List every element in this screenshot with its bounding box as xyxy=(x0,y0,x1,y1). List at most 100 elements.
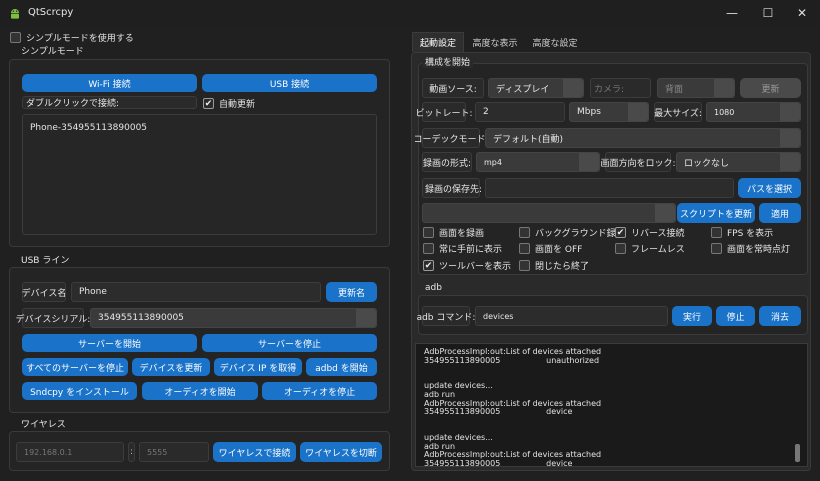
window-title: QtScrcpy xyxy=(28,7,74,18)
option-always-on-top[interactable]: 常に手前に表示 xyxy=(423,242,502,255)
camera-refresh-button[interactable]: 更新 xyxy=(740,78,801,98)
option-label: フレームレス xyxy=(631,245,685,255)
adb-execute-button[interactable]: 実行 xyxy=(672,306,712,326)
bitrate-unit-value: Mbps xyxy=(577,107,601,117)
start-config-group-title: 構成を開始 xyxy=(422,55,474,68)
lock-orientation-select[interactable]: ロックなし xyxy=(676,152,801,172)
option-stay-awake[interactable]: 画面を常時点灯 xyxy=(711,242,790,255)
lock-orientation-label: 画面方向をロック: xyxy=(600,152,676,172)
record-format-select[interactable]: mp4 xyxy=(476,152,600,172)
show-fps-checkbox[interactable] xyxy=(711,227,722,238)
exit-on-close-checkbox[interactable] xyxy=(519,260,530,271)
device-list-item[interactable]: Phone-354955113890005 xyxy=(30,123,147,133)
android-icon xyxy=(11,9,19,19)
chevron-down-icon xyxy=(714,79,734,97)
rename-button[interactable]: 更新名 xyxy=(326,282,377,302)
update-device-button[interactable]: デバイスを更新 xyxy=(132,358,210,376)
device-serial-select[interactable]: 354955113890005 xyxy=(90,308,377,328)
wireless-disconnect-button[interactable]: ワイヤレスを切断 xyxy=(300,442,382,462)
video-source-select[interactable]: ディスプレイ xyxy=(488,78,584,98)
camera-position-select[interactable]: 背面 xyxy=(657,78,735,98)
chevron-down-icon xyxy=(780,153,800,171)
install-sndcpy-button[interactable]: Sndcpy をインストール xyxy=(22,382,137,400)
device-serial-label: デバイスシリアル: xyxy=(16,308,90,328)
tab-advanced-settings[interactable]: 高度な設定 xyxy=(526,32,584,52)
adb-command-input[interactable]: devices xyxy=(475,306,668,326)
log-output[interactable]: AdbProcessImpl:out:List of devices attac… xyxy=(415,343,808,467)
option-label: 常に手前に表示 xyxy=(439,245,503,255)
stay-awake-checkbox[interactable] xyxy=(711,243,722,254)
script-select[interactable] xyxy=(422,203,676,223)
apply-button[interactable]: 適用 xyxy=(759,203,801,223)
option-label: リバース接続 xyxy=(631,229,685,239)
option-screen-off[interactable]: 画面を OFF xyxy=(519,242,582,255)
adb-stop-button[interactable]: 停止 xyxy=(716,306,755,326)
always-on-top-checkbox[interactable] xyxy=(423,243,434,254)
option-show-toolbar[interactable]: ✔ ツールバーを表示 xyxy=(423,259,511,272)
option-label: 画面を OFF xyxy=(535,245,583,255)
start-audio-button[interactable]: オーディオを開始 xyxy=(142,382,258,400)
close-button[interactable]: ✕ xyxy=(784,0,820,26)
ip-port-separator: : xyxy=(128,442,135,462)
simple-mode-option[interactable]: シンプルモードを使用する xyxy=(10,31,134,44)
auto-update-checkbox[interactable]: ✔ xyxy=(203,98,214,109)
codec-select[interactable]: デフォルト(自動) xyxy=(485,128,801,148)
show-toolbar-checkbox[interactable]: ✔ xyxy=(423,260,434,271)
update-script-button[interactable]: スクリプトを更新 xyxy=(677,203,755,223)
option-label: 画面を常時点灯 xyxy=(727,245,791,255)
tab-start-config[interactable]: 起動設定 xyxy=(412,32,464,52)
stop-server-button[interactable]: サーバーを停止 xyxy=(202,334,377,352)
maximize-button[interactable]: ☐ xyxy=(750,0,786,26)
max-size-label: 最大サイズ: xyxy=(654,102,702,122)
codec-label: コーデックモード: xyxy=(413,128,489,148)
option-label: 画面を録画 xyxy=(439,229,485,239)
max-size-select[interactable]: 1080 xyxy=(706,102,801,122)
start-server-button[interactable]: サーバーを開始 xyxy=(22,334,197,352)
doubleclick-connect-label: ダブルクリックで接続: xyxy=(22,96,197,109)
record-path-input[interactable] xyxy=(485,178,734,198)
option-reverse-connection[interactable]: ✔ リバース接続 xyxy=(615,226,685,239)
get-device-ip-button[interactable]: デバイス IP を取得 xyxy=(214,358,302,376)
tab-advanced-display[interactable]: 高度な表示 xyxy=(466,32,524,52)
option-record-screen[interactable]: 画面を録画 xyxy=(423,226,484,239)
wifi-connect-button[interactable]: Wi-Fi 接続 xyxy=(22,74,197,92)
minimize-button[interactable]: — xyxy=(714,0,750,26)
select-path-button[interactable]: パスを選択 xyxy=(738,178,801,198)
stop-all-servers-button[interactable]: すべてのサーバーを停止 xyxy=(22,358,128,376)
adb-group-title: adb xyxy=(422,283,445,293)
background-record-checkbox[interactable] xyxy=(519,227,530,238)
frameless-checkbox[interactable] xyxy=(615,243,626,254)
device-list[interactable]: Phone-354955113890005 xyxy=(22,114,377,235)
video-source-label: 動画ソース: xyxy=(422,78,484,98)
device-name-label: デバイス名 xyxy=(22,282,66,302)
record-format-value: mp4 xyxy=(484,157,502,167)
stop-audio-button[interactable]: オーディオを停止 xyxy=(262,382,377,400)
codec-value: デフォルト(自動) xyxy=(493,134,564,145)
lock-orientation-value: ロックなし xyxy=(684,158,730,169)
device-name-input[interactable]: Phone xyxy=(71,282,321,302)
option-background-record[interactable]: バックグラウンド録画 xyxy=(519,226,625,239)
auto-update-option[interactable]: ✔ 自動更新 xyxy=(203,97,255,110)
wireless-ip-input[interactable]: 192.168.0.1 xyxy=(16,442,124,462)
adb-clear-button[interactable]: 消去 xyxy=(759,306,801,326)
screen-off-checkbox[interactable] xyxy=(519,243,530,254)
option-frameless[interactable]: フレームレス xyxy=(615,242,685,255)
wireless-port-input[interactable]: 5555 xyxy=(139,442,209,462)
max-size-value: 1080 xyxy=(714,107,735,117)
log-scrollbar[interactable] xyxy=(795,444,800,462)
chevron-down-icon xyxy=(780,129,800,147)
bitrate-input[interactable]: 2 xyxy=(475,102,565,122)
chevron-down-icon xyxy=(780,103,800,121)
usb-connect-button[interactable]: USB 接続 xyxy=(202,74,377,92)
chevron-down-icon xyxy=(628,103,648,121)
option-show-fps[interactable]: FPS を表示 xyxy=(711,226,773,239)
start-adbd-button[interactable]: adbd を開始 xyxy=(306,358,377,376)
device-serial-value: 354955113890005 xyxy=(98,313,184,323)
wireless-connect-button[interactable]: ワイヤレスで接続 xyxy=(213,442,296,462)
bitrate-unit-select[interactable]: Mbps xyxy=(569,102,649,122)
option-exit-on-close[interactable]: 閉じたら終了 xyxy=(519,259,589,272)
record-screen-checkbox[interactable] xyxy=(423,227,434,238)
record-path-label: 録画の保存先: xyxy=(422,178,482,198)
reverse-connection-checkbox[interactable]: ✔ xyxy=(615,227,626,238)
simple-mode-checkbox[interactable] xyxy=(10,32,21,43)
